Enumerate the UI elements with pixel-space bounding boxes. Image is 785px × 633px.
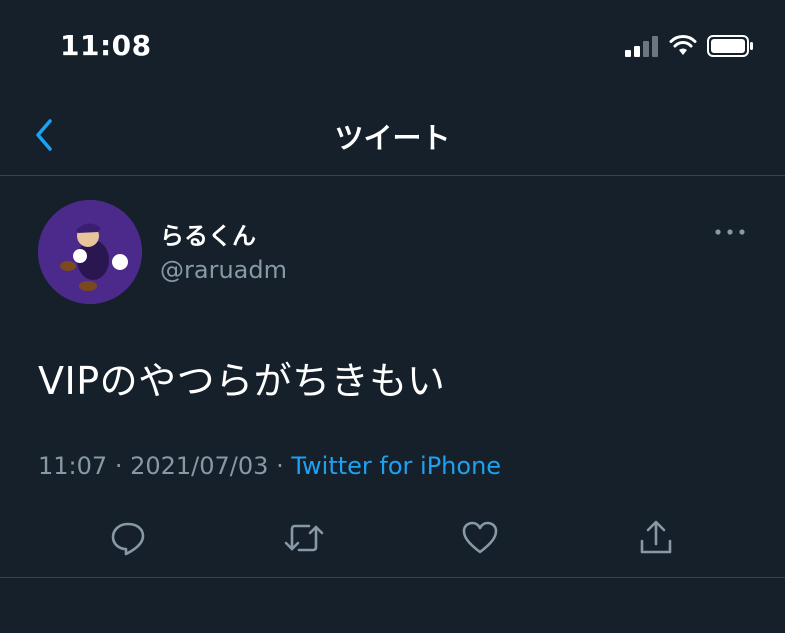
meta-separator: · bbox=[276, 452, 284, 480]
avatar-illustration bbox=[38, 200, 142, 304]
tweet-source-link[interactable]: Twitter for iPhone bbox=[291, 452, 501, 480]
status-icons bbox=[625, 34, 755, 58]
battery-icon bbox=[707, 35, 753, 57]
reply-button[interactable] bbox=[106, 516, 150, 560]
wifi-icon bbox=[669, 35, 697, 55]
retweet-icon bbox=[284, 524, 324, 552]
like-button[interactable] bbox=[458, 516, 502, 560]
nav-bar: ツイート bbox=[0, 95, 785, 175]
status-time: 11:08 bbox=[60, 29, 152, 62]
more-horizontal-icon bbox=[715, 229, 745, 235]
cellular-signal-icon bbox=[625, 36, 658, 57]
tweet-time: 11:07 bbox=[38, 452, 108, 480]
retweet-button[interactable] bbox=[282, 516, 326, 560]
avatar[interactable] bbox=[38, 200, 142, 304]
heart-icon bbox=[462, 521, 498, 554]
share-icon bbox=[640, 520, 672, 554]
more-button[interactable] bbox=[712, 224, 748, 238]
tweet-text: VIPのやつらがちきもい bbox=[38, 359, 446, 403]
status-bar: 11:08 bbox=[0, 0, 785, 95]
display-name[interactable]: らるくん bbox=[160, 216, 256, 251]
tweet: らるくん @raruadm VIPのやつらがちきもい 11:07 · 2021/… bbox=[0, 176, 785, 576]
tweet-actions bbox=[0, 516, 785, 562]
user-handle[interactable]: @raruadm bbox=[160, 256, 287, 284]
share-button[interactable] bbox=[634, 516, 678, 560]
tweet-divider bbox=[0, 577, 785, 578]
tweet-meta: 11:07 · 2021/07/03 · Twitter for iPhone bbox=[38, 452, 501, 480]
page-title: ツイート bbox=[334, 121, 451, 155]
reply-bubble-icon bbox=[111, 522, 145, 556]
tweet-date: 2021/07/03 bbox=[130, 452, 269, 480]
meta-separator: · bbox=[114, 452, 123, 480]
